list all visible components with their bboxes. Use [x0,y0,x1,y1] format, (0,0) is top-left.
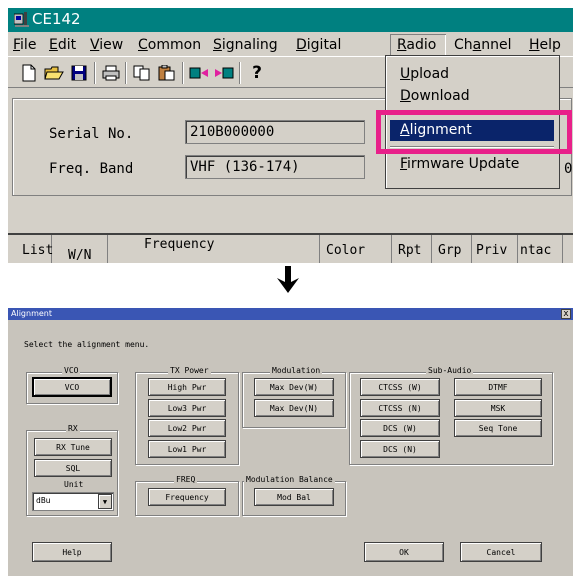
group-modulation-title: Modulation [270,366,323,375]
group-freq-title: FREQ [174,475,198,484]
sql-button[interactable]: SQL [34,459,112,477]
menu-help[interactable]: Help [526,34,564,56]
paste-icon[interactable] [156,62,178,84]
instruction-text: Select the alignment menu. [24,340,150,349]
col-ntac[interactable]: ntac [518,235,563,263]
freq-band-field: VHF (136-174) [185,155,365,179]
write-radio-icon[interactable] [213,62,235,84]
max-dev-w-button[interactable]: Max Dev(W) [254,378,334,396]
high-pwr-button[interactable]: High Pwr [148,378,226,396]
close-icon[interactable]: x [561,309,571,319]
group-mod-balance-title: Modulation Balance [244,475,335,484]
clipped-field-value: 0 [564,161,573,177]
app-icon [14,12,29,27]
print-icon[interactable] [100,62,122,84]
dialog-title: Alignment [11,309,52,318]
group-sub-audio-title: Sub-Audio [426,366,474,375]
save-icon[interactable] [68,62,90,84]
col-color[interactable]: Color [320,235,392,263]
window-title: CE142 [32,10,81,28]
toolbar-separator [94,62,96,84]
open-folder-icon[interactable] [43,62,65,84]
menu-digital[interactable]: Digital [293,34,344,56]
unit-label: Unit [64,480,84,489]
col-priv[interactable]: Priv [472,235,518,263]
frequency-button[interactable]: Frequency [148,488,226,506]
serial-field: 210B000000 [185,120,365,144]
freq-band-label: Freq. Band [49,161,134,177]
channel-grid-header: List W/N Frequency Color Rpt Grp Priv nt… [8,233,573,263]
read-radio-icon[interactable] [188,62,210,84]
menu-item-upload[interactable]: Upload [390,64,554,85]
toolbar-separator [239,62,241,84]
copy-icon[interactable] [131,62,153,84]
col-rpt[interactable]: Rpt [392,235,432,263]
dtmf-button[interactable]: DTMF [454,378,542,396]
unit-value: dBu [36,496,51,505]
col-list[interactable]: List [8,235,53,263]
vco-button[interactable]: VCO [32,377,112,397]
group-vco-title: VCO [62,366,81,375]
rx-tune-button[interactable]: RX Tune [34,438,112,456]
col-wn[interactable]: W/N [52,235,108,263]
toolbar-separator [125,62,127,84]
col-frequency[interactable]: Frequency [108,235,320,263]
alignment-highlight-box [376,110,572,154]
mod-bal-button[interactable]: Mod Bal [254,488,334,506]
new-file-icon[interactable] [18,62,40,84]
ok-button[interactable]: OK [364,542,444,562]
menu-file[interactable]: File [10,34,39,56]
dialog-title-bar[interactable]: Alignment x [8,308,573,320]
help-button[interactable]: Help [32,542,112,562]
low3-pwr-button[interactable]: Low3 Pwr [148,399,226,417]
dcs-w-button[interactable]: DCS (W) [360,419,440,437]
group-rx-title: RX [66,424,80,433]
serial-label: Serial No. [49,126,134,142]
dcs-n-button[interactable]: DCS (N) [360,440,440,458]
down-arrow-icon [277,266,299,293]
group-tx-power-title: TX Power [168,366,211,375]
menu-bar: File Edit View Common Signaling Digital … [8,34,573,56]
menu-common[interactable]: Common [135,34,204,56]
menu-view[interactable]: View [87,34,126,56]
menu-item-download[interactable]: Download [390,86,554,107]
col-grp[interactable]: Grp [432,235,472,263]
chevron-down-icon[interactable]: ▼ [98,494,112,509]
menu-edit[interactable]: Edit [46,34,79,56]
menu-signaling[interactable]: Signaling [210,34,281,56]
menu-item-firmware-update[interactable]: Firmware Update [390,154,554,175]
cancel-button[interactable]: Cancel [460,542,542,562]
ctcss-w-button[interactable]: CTCSS (W) [360,378,440,396]
ctcss-n-button[interactable]: CTCSS (N) [360,399,440,417]
max-dev-n-button[interactable]: Max Dev(N) [254,399,334,417]
msk-button[interactable]: MSK [454,399,542,417]
seq-tone-button[interactable]: Seq Tone [454,419,542,437]
menu-channel[interactable]: Channel [451,34,515,56]
low1-pwr-button[interactable]: Low1 Pwr [148,440,226,458]
low2-pwr-button[interactable]: Low2 Pwr [148,419,226,437]
toolbar-separator [182,62,184,84]
menu-radio[interactable]: Radio [390,34,446,56]
title-bar[interactable]: CE142 [8,8,573,32]
unit-select[interactable]: dBu ▼ [32,492,114,511]
help-icon[interactable]: ? [246,62,268,84]
alignment-dialog: Alignment x Select the alignment menu. V… [8,308,573,576]
